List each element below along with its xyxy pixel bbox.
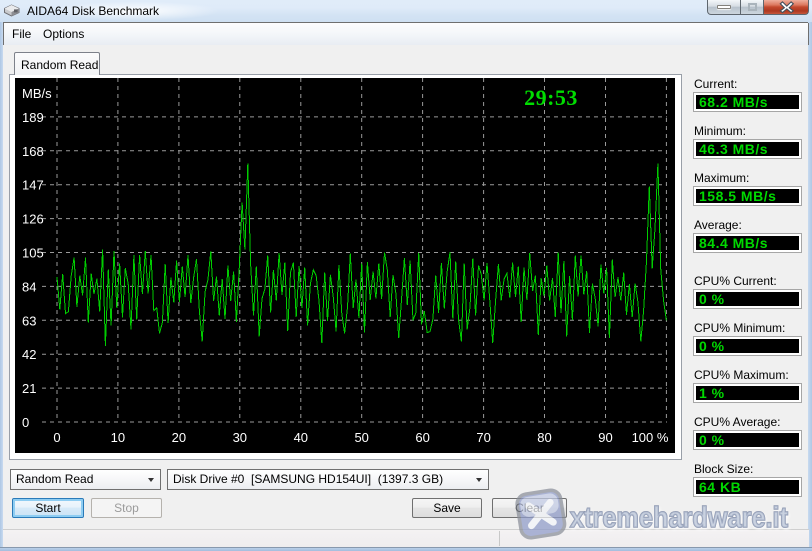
svg-text:40: 40 xyxy=(294,430,308,445)
svg-text:84: 84 xyxy=(22,279,36,294)
svg-text:30: 30 xyxy=(233,430,247,445)
svg-text:10: 10 xyxy=(111,430,125,445)
svg-text:20: 20 xyxy=(172,430,186,445)
svg-text:29:53: 29:53 xyxy=(524,85,578,110)
svg-text:168: 168 xyxy=(22,144,44,159)
svg-text:0: 0 xyxy=(53,430,60,445)
svg-text:147: 147 xyxy=(22,178,44,193)
svg-text:126: 126 xyxy=(22,212,44,227)
svg-text:70: 70 xyxy=(476,430,490,445)
svg-text:90: 90 xyxy=(598,430,612,445)
svg-text:21: 21 xyxy=(22,381,36,396)
svg-text:80: 80 xyxy=(537,430,551,445)
svg-text:MB/s: MB/s xyxy=(22,86,52,101)
svg-text:60: 60 xyxy=(415,430,429,445)
svg-text:50: 50 xyxy=(354,430,368,445)
svg-text:42: 42 xyxy=(22,347,36,362)
svg-text:105: 105 xyxy=(22,246,44,261)
svg-text:63: 63 xyxy=(22,313,36,328)
svg-text:189: 189 xyxy=(22,110,44,125)
svg-text:100 %: 100 % xyxy=(632,430,669,445)
svg-text:xtremehardware.it: xtremehardware.it xyxy=(570,502,788,534)
svg-text:0: 0 xyxy=(22,415,29,430)
